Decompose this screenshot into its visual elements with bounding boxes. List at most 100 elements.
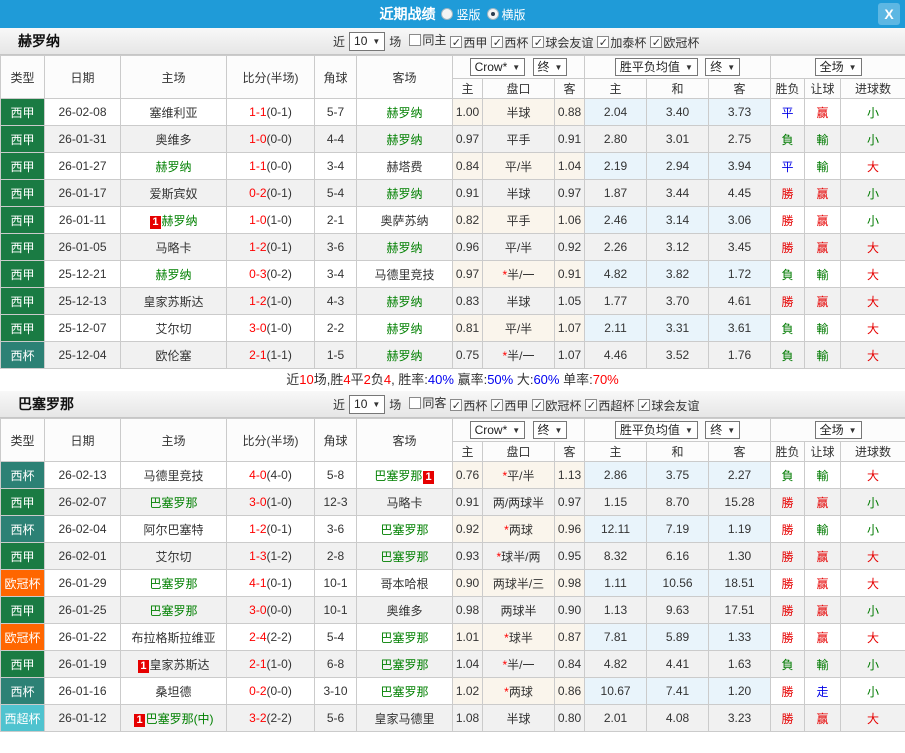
handicap-home-odds-cell: 0.83: [452, 287, 483, 315]
avg-home-odds-cell: 2.46: [584, 206, 648, 234]
handicap-home-odds-cell: 0.75: [452, 341, 483, 369]
radio-horizontal-layout[interactable]: 横版: [486, 6, 526, 23]
filter-checkbox-label: 同主: [422, 33, 447, 48]
league-type-cell: 西甲: [0, 488, 45, 516]
filter-checkbox-西甲[interactable]: ✓ 西甲: [450, 34, 487, 51]
checkbox-checked-icon: ✓: [532, 36, 545, 49]
score-cell: 1-2(0-1): [226, 515, 315, 543]
away-team-cell: 赫罗纳: [356, 179, 453, 207]
avg-odds-select[interactable]: 胜平负均值: [614, 58, 698, 76]
summary-segment: 平: [350, 372, 364, 387]
corners-cell: 5-7: [314, 98, 357, 126]
fulltime-header: 全场: [770, 55, 905, 79]
filter-checkbox-label: 欧冠杯: [545, 398, 582, 413]
handicap-away-odds-cell: 0.96: [553, 515, 586, 543]
games-label: 场: [389, 397, 402, 412]
home-team-cell: 皇家苏斯达: [120, 287, 227, 315]
handicap-result-cell: 輸: [804, 341, 842, 369]
match-row: 西杯 26-02-13 马德里竞技 4-0(4-0) 5-8 巴塞罗那 1 0.7…: [0, 461, 905, 489]
fulltime-score: 0-3: [249, 267, 267, 281]
final-avg-select[interactable]: 终: [705, 58, 741, 76]
filter-checkbox-西超杯[interactable]: ✓ 西超杯: [585, 397, 634, 414]
away-team-cell: 巴塞罗那: [356, 677, 453, 705]
handicap-home-odds-cell: 0.84: [452, 152, 483, 180]
sub-col-avg-home: 主: [584, 78, 648, 99]
result-cell: 勝: [770, 542, 806, 570]
avg-draw-odds-cell: 3.01: [646, 125, 710, 153]
team-name-text: 巴塞罗那: [380, 630, 429, 645]
avg-draw-odds-cell: 3.82: [646, 260, 710, 288]
avg-home-odds-cell: 12.11: [584, 515, 648, 543]
radio-selected-icon: [486, 8, 499, 20]
close-icon[interactable]: X: [878, 3, 900, 25]
filter-checkbox-label: 加泰杯: [610, 35, 647, 50]
col-away: 客场: [356, 55, 453, 99]
filter-checkbox-西杯[interactable]: ✓ 西杯: [491, 34, 528, 51]
handicap-home-odds-cell: 0.97: [452, 260, 483, 288]
home-team-cell: 奥维多: [120, 125, 227, 153]
score-cell: 1-2(0-1): [226, 233, 315, 261]
fulltime-select[interactable]: 全场: [814, 58, 862, 76]
league-type-cell: 西杯: [0, 515, 45, 543]
filter-checkbox-球会友谊[interactable]: ✓ 球会友谊: [638, 397, 699, 414]
home-team-cell: 布拉格斯拉维亚: [120, 623, 227, 651]
home-team-cell: 阿尔巴塞特: [120, 515, 227, 543]
match-row: 西甲 26-01-31 奥维多 1-0(0-0) 4-4 赫罗纳 0.97 平手…: [0, 125, 905, 153]
away-team-cell: 赫罗纳: [356, 233, 453, 261]
team-name-text: 皇家苏斯达: [143, 294, 204, 309]
avg-away-odds-cell: 3.06: [708, 206, 772, 234]
filter-checkbox-西杯[interactable]: ✓ 西杯: [450, 397, 487, 414]
avg-draw-odds-cell: 5.89: [646, 623, 710, 651]
handicap-line-cell: 平手: [482, 206, 555, 234]
match-row: 西甲 25-12-07 艾尔切 3-0(1-0) 2-2 赫罗纳 0.81 平/…: [0, 314, 905, 342]
away-team-cell: 巴塞罗那 1: [356, 461, 453, 489]
fulltime-select[interactable]: 全场: [814, 421, 862, 439]
fulltime-score: 4-0: [249, 468, 267, 482]
handicap-away-odds-cell: 0.98: [553, 569, 586, 597]
final-avg-select-value: 终: [710, 422, 723, 437]
score-cell: 4-1(0-1): [226, 569, 315, 597]
avg-away-odds-cell: 1.19: [708, 515, 772, 543]
checkbox-checked-icon: ✓: [597, 36, 610, 49]
final-avg-select[interactable]: 终: [705, 421, 741, 439]
corners-cell: 2-2: [314, 314, 357, 342]
match-row: 西甲 26-01-25 巴塞罗那 3-0(0-0) 10-1 奥维多 0.98 …: [0, 596, 905, 624]
match-count-select[interactable]: 10: [349, 394, 386, 414]
handicap-home-odds-cell: 1.04: [452, 650, 483, 678]
filter-checkbox-西甲[interactable]: ✓ 西甲: [491, 397, 528, 414]
avg-odds-select[interactable]: 胜平负均值: [614, 421, 698, 439]
filter-checkbox-label: 球会友谊: [545, 35, 594, 50]
filter-checkbox-球会友谊[interactable]: ✓ 球会友谊: [532, 34, 593, 51]
filter-checkbox-加泰杯[interactable]: ✓ 加泰杯: [597, 34, 646, 51]
filter-checkbox-同客[interactable]: 同客: [409, 394, 446, 411]
match-count-select[interactable]: 10: [349, 31, 386, 51]
col-home: 主场: [120, 418, 227, 462]
score-cell: 1-2(1-0): [226, 287, 315, 315]
girona-results-table: 类型 日期 主场 比分(半场) 角球 客场 Crow* 终 胜平负均值 终 全场: [0, 55, 905, 369]
radio-vertical-layout[interactable]: 竖版: [441, 6, 481, 23]
filter-checkbox-欧冠杯[interactable]: ✓ 欧冠杯: [532, 397, 581, 414]
away-team-cell: 赫罗纳: [356, 341, 453, 369]
score-cell: 2-1(1-0): [226, 650, 315, 678]
col-score: 比分(半场): [226, 55, 315, 99]
bookmaker-select[interactable]: Crow*: [469, 421, 526, 439]
final-odds-select[interactable]: 终: [532, 58, 568, 76]
filter-checkbox-欧冠杯[interactable]: ✓ 欧冠杯: [650, 34, 699, 51]
filter-checkbox-同主[interactable]: 同主: [409, 31, 446, 48]
underdog-star-icon: *: [496, 549, 502, 564]
avg-draw-odds-cell: 6.16: [646, 542, 710, 570]
final-odds-select[interactable]: 终: [532, 421, 568, 439]
date-cell: 26-02-01: [44, 542, 121, 570]
fulltime-score: 1-2: [249, 240, 267, 254]
match-row: 西甲 26-02-08 塞维利亚 1-1(0-1) 5-7 赫罗纳 1.00 半…: [0, 98, 905, 126]
recent-results-window: 近期战绩 竖版 横版 X 赫罗纳 近 10 场 同主✓西甲✓西杯✓球会友谊✓加泰…: [0, 0, 905, 753]
bookmaker-select[interactable]: Crow*: [469, 58, 526, 76]
handicap-line-cell: 半球: [482, 179, 555, 207]
handicap-home-odds-cell: 1.02: [452, 677, 483, 705]
date-cell: 26-01-12: [44, 704, 121, 732]
team-name-text: 巴塞罗那: [380, 684, 429, 699]
score-cell: 0-2(0-0): [226, 677, 315, 705]
away-team-cell: 皇家马德里: [356, 704, 453, 732]
result-cell: 勝: [770, 569, 806, 597]
goals-result-cell: 小: [840, 596, 905, 624]
